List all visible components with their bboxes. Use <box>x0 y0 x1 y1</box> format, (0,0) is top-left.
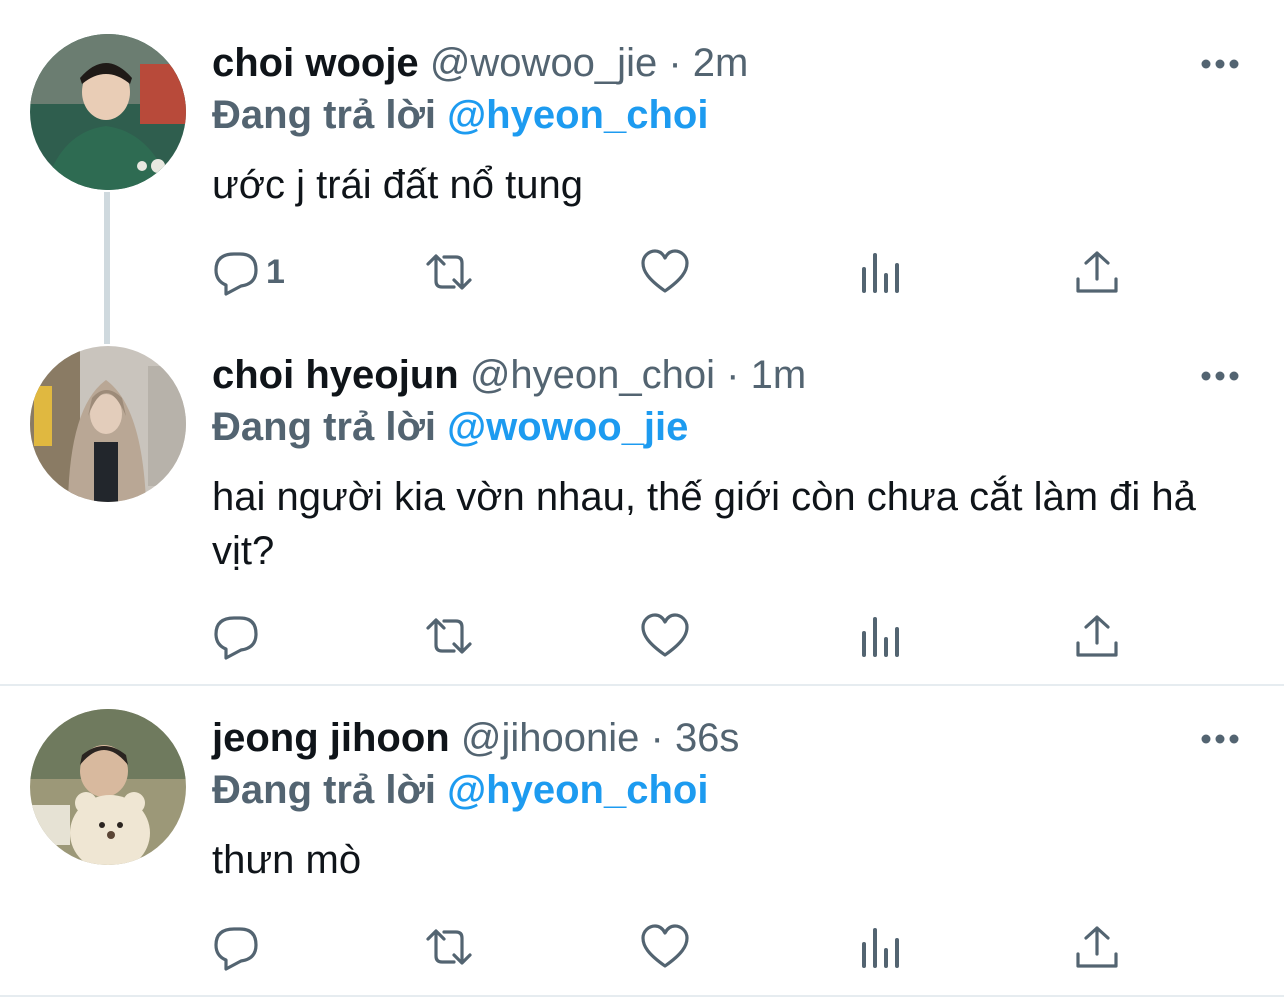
share-button[interactable] <box>1072 917 1122 977</box>
analytics-icon <box>862 253 899 293</box>
tweet-feed: choi wooje @wowoo_jie · 2m Đang trả lời … <box>0 0 1284 999</box>
retweet-icon <box>426 929 472 965</box>
display-name[interactable]: jeong jihoon <box>212 716 450 760</box>
share-button[interactable] <box>1072 242 1122 302</box>
more-icon <box>1201 371 1239 381</box>
reply-button[interactable] <box>212 917 266 977</box>
heart-icon <box>641 924 689 968</box>
more-icon <box>1201 734 1239 744</box>
like-button[interactable] <box>640 242 690 302</box>
more-button[interactable] <box>1198 362 1242 390</box>
reply-button[interactable] <box>212 606 266 666</box>
reply-icon <box>214 616 258 660</box>
user-handle[interactable]: @hyeon_choi <box>470 353 715 397</box>
replying-to-label: Đang trả lời <box>212 93 437 137</box>
timestamp[interactable]: 2m <box>693 41 749 85</box>
tweet[interactable]: jeong jihoon @jihoonie · 36s Đang trả lờ… <box>0 675 1284 995</box>
tweet-header: jeong jihoon @jihoonie · 36s <box>212 715 739 761</box>
like-button[interactable] <box>640 917 690 977</box>
retweet-button[interactable] <box>424 242 474 302</box>
replying-to-label: Đang trả lời <box>212 405 437 449</box>
more-icon <box>1201 59 1239 69</box>
reply-button[interactable]: 1 <box>212 242 285 302</box>
analytics-button[interactable] <box>856 242 906 302</box>
tweet-divider <box>0 995 1284 997</box>
display-name[interactable]: choi hyeojun <box>212 353 459 397</box>
user-handle[interactable]: @wowoo_jie <box>430 41 657 85</box>
retweet-icon <box>426 618 472 654</box>
timestamp[interactable]: 36s <box>675 716 740 760</box>
display-name[interactable]: choi wooje <box>212 41 419 85</box>
tweet-text: thưn mò <box>212 838 362 882</box>
retweet-icon <box>426 254 472 290</box>
heart-icon <box>641 613 689 657</box>
analytics-icon <box>862 928 899 968</box>
tweet-text: ước j trái đất nổ tung <box>212 163 583 207</box>
share-button[interactable] <box>1072 606 1122 666</box>
share-icon <box>1076 615 1118 657</box>
avatar[interactable] <box>30 709 186 865</box>
heart-icon <box>641 249 689 293</box>
tweet[interactable]: choi wooje @wowoo_jie · 2m Đang trả lời … <box>0 0 1284 340</box>
tweet-header: choi hyeojun @hyeon_choi · 1m <box>212 352 806 398</box>
share-icon <box>1076 926 1118 968</box>
reply-icon <box>214 927 258 971</box>
tweet-header: choi wooje @wowoo_jie · 2m <box>212 40 748 86</box>
analytics-button[interactable] <box>856 917 906 977</box>
timestamp[interactable]: 1m <box>751 353 807 397</box>
tweet-text: hai người kia vờn nhau, thế giới còn chư… <box>212 475 1196 573</box>
avatar-photo <box>30 709 186 865</box>
like-button[interactable] <box>640 606 690 666</box>
user-handle[interactable]: @jihoonie <box>461 716 640 760</box>
analytics-button[interactable] <box>856 606 906 666</box>
analytics-icon <box>862 617 899 657</box>
replying-to: Đang trả lời @wowoo_jie <box>212 404 688 450</box>
replying-to-handle[interactable]: @hyeon_choi <box>447 768 708 812</box>
separator: · <box>726 353 740 397</box>
avatar-photo <box>30 346 186 502</box>
more-button[interactable] <box>1198 50 1242 78</box>
avatar[interactable] <box>30 346 186 502</box>
share-icon <box>1076 251 1118 293</box>
replying-to: Đang trả lời @hyeon_choi <box>212 767 708 813</box>
replying-to-handle[interactable]: @hyeon_choi <box>447 93 708 137</box>
tweet-actions <box>212 606 1212 666</box>
tweet-actions: 1 <box>212 242 1212 302</box>
replying-to-handle[interactable]: @wowoo_jie <box>447 405 688 449</box>
separator: · <box>668 41 682 85</box>
tweet[interactable]: choi hyeojun @hyeon_choi · 1m Đang trả l… <box>0 312 1284 684</box>
reply-count: 1 <box>266 252 285 291</box>
replying-to: Đang trả lời @hyeon_choi <box>212 92 708 138</box>
replying-to-label: Đang trả lời <box>212 768 437 812</box>
more-button[interactable] <box>1198 725 1242 753</box>
reply-icon <box>214 252 258 296</box>
tweet-actions <box>212 917 1212 977</box>
retweet-button[interactable] <box>424 917 474 977</box>
avatar-photo <box>30 34 186 190</box>
retweet-button[interactable] <box>424 606 474 666</box>
avatar[interactable] <box>30 34 186 190</box>
separator: · <box>650 716 664 760</box>
